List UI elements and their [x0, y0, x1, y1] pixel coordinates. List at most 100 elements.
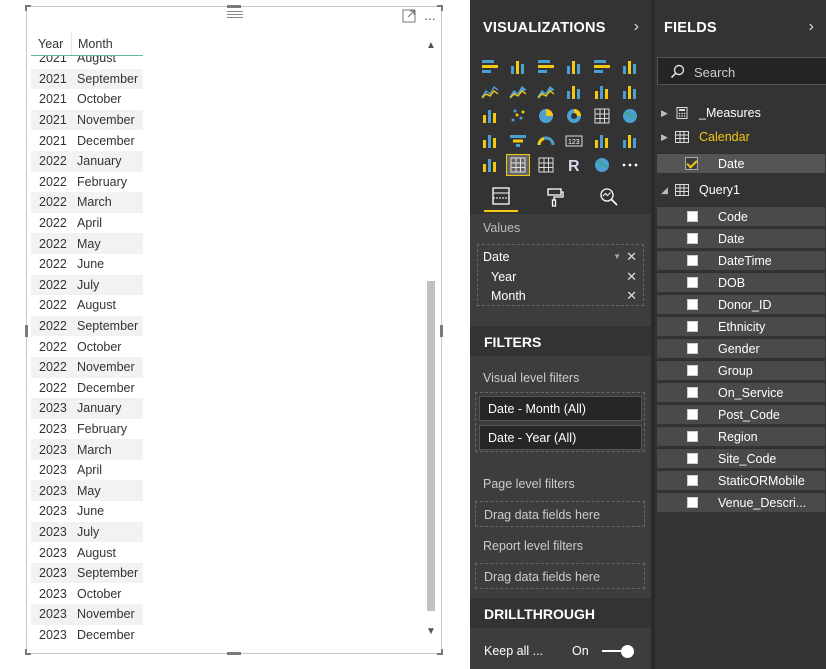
field-checkbox[interactable] [687, 211, 698, 222]
field-checkbox[interactable] [687, 497, 698, 508]
donut-icon[interactable] [563, 106, 585, 126]
100-stacked-bar-icon[interactable] [591, 57, 613, 77]
field-checkbox[interactable] [687, 299, 698, 310]
table-row[interactable]: 2023 September [31, 562, 143, 584]
field-checkbox[interactable] [687, 233, 698, 244]
stacked-area-icon[interactable] [535, 82, 557, 102]
table-visual[interactable]: ··· Year Month 2021 August 2021 September 20… [25, 5, 443, 655]
scroll-up-icon[interactable]: ▲ [426, 41, 436, 51]
table-node-calendar[interactable]: ▶ Calendar [661, 130, 750, 144]
table-row[interactable]: 2022 April [31, 213, 143, 234]
table-node-measures[interactable]: ▶ _Measures [661, 106, 761, 120]
field-query1-item[interactable]: DOB [657, 272, 825, 292]
table-row[interactable]: 2022 March [31, 192, 143, 213]
resize-handle-top-left[interactable] [25, 5, 31, 11]
scrollbar-thumb[interactable] [427, 281, 435, 611]
visual-level-filters-box[interactable]: Date - Month (All) Date - Year (All) [475, 392, 645, 452]
table-row[interactable]: 2021 September [31, 68, 143, 90]
keep-all-toggle[interactable] [602, 645, 634, 658]
field-query1-item[interactable]: On_Service [657, 382, 825, 402]
field-query1-item[interactable]: Group [657, 360, 825, 380]
more-icon[interactable] [619, 155, 641, 175]
field-query1-item[interactable]: StaticORMobile [657, 470, 825, 490]
table-row[interactable]: 2022 June [31, 254, 143, 275]
matrix-icon[interactable] [535, 155, 557, 175]
field-query1-item[interactable]: Gender [657, 338, 825, 358]
table-row[interactable]: 2022 January [31, 150, 143, 172]
line-clustered-column-icon[interactable] [591, 82, 613, 102]
table-row[interactable]: 2021 October [31, 89, 143, 110]
kpi-icon[interactable] [619, 131, 641, 151]
table-node-query1[interactable]: ◢ Query1 [661, 183, 740, 197]
filter-chip-month[interactable]: Date - Month (All) [479, 396, 642, 421]
field-query1-item[interactable]: Ethnicity [657, 316, 825, 336]
table-row[interactable]: 2023 July [31, 521, 143, 543]
column-header-year[interactable]: Year [31, 37, 71, 51]
waterfall-icon[interactable] [479, 106, 501, 126]
clustered-column-icon[interactable] [563, 57, 585, 77]
collapse-visualizations-icon[interactable]: › [634, 18, 639, 36]
dropdown-icon[interactable]: ▼ [613, 252, 621, 261]
field-checkbox[interactable] [687, 453, 698, 464]
filter-chip-year[interactable]: Date - Year (All) [479, 425, 642, 450]
100-stacked-column-icon[interactable] [619, 57, 641, 77]
filled-map-icon[interactable] [479, 131, 501, 151]
table-row[interactable]: 2022 October [31, 336, 143, 357]
field-calendar-date[interactable]: Date [657, 153, 825, 173]
table-row[interactable]: 2023 May [31, 480, 143, 502]
value-item-date[interactable]: Date [483, 250, 509, 264]
remove-date-icon[interactable]: ✕ [626, 249, 637, 265]
treemap-icon[interactable] [591, 106, 613, 126]
field-query1-item[interactable]: Post_Code [657, 404, 825, 424]
focus-mode-icon[interactable] [402, 9, 416, 26]
field-checkbox[interactable] [687, 321, 698, 332]
area-chart-icon[interactable] [507, 82, 529, 102]
resize-handle-right[interactable] [440, 325, 443, 337]
stacked-column-icon[interactable] [507, 57, 529, 77]
table-row[interactable]: 2022 July [31, 274, 143, 296]
resize-handle-bottom-right[interactable] [437, 649, 443, 655]
funnel-icon[interactable] [507, 131, 529, 151]
field-query1-item[interactable]: Donor_ID [657, 294, 825, 314]
table-row[interactable]: 2022 December [31, 378, 143, 399]
slicer-icon[interactable] [479, 155, 501, 175]
report-canvas[interactable]: ··· Year Month 2021 August 2021 September 20… [0, 0, 470, 669]
table-row[interactable]: 2023 June [31, 501, 143, 522]
collapse-fields-icon[interactable]: › [809, 18, 814, 36]
value-item-year[interactable]: Year [491, 270, 516, 284]
stacked-bar-icon[interactable] [479, 57, 501, 77]
map-icon[interactable] [619, 106, 641, 126]
field-checkbox[interactable] [687, 343, 698, 354]
table-row[interactable]: 2021 November [31, 109, 143, 131]
field-checkbox[interactable] [687, 277, 698, 288]
fields-tab[interactable] [484, 182, 518, 212]
resize-handle-bottom[interactable] [227, 652, 241, 655]
report-filters-dropzone[interactable]: Drag data fields here [475, 563, 645, 589]
format-tab[interactable] [538, 182, 572, 212]
remove-month-icon[interactable]: ✕ [626, 288, 637, 304]
analytics-tab[interactable] [592, 182, 626, 212]
resize-handle-left[interactable] [25, 325, 28, 337]
multirow-card-icon[interactable] [591, 131, 613, 151]
resize-handle-top-right[interactable] [437, 5, 443, 11]
ribbon-chart-icon[interactable] [619, 82, 641, 102]
page-filters-dropzone[interactable]: Drag data fields here [475, 501, 645, 527]
table-icon[interactable] [506, 154, 530, 176]
line-column-icon[interactable] [563, 82, 585, 102]
field-checkbox-checked[interactable] [685, 157, 698, 170]
expand-arrow-icon[interactable]: ▶ [661, 108, 675, 119]
line-chart-icon[interactable] [479, 82, 501, 102]
table-row[interactable]: 2023 December [31, 625, 143, 646]
more-options-icon[interactable]: ··· [424, 10, 436, 26]
clustered-bar-icon[interactable] [535, 57, 557, 77]
field-query1-item[interactable]: Venue_Descri... [657, 492, 825, 512]
drag-grip-icon[interactable] [227, 11, 243, 20]
field-query1-item[interactable]: Site_Code [657, 448, 825, 468]
table-row[interactable]: 2023 April [31, 460, 143, 481]
field-checkbox[interactable] [687, 365, 698, 376]
scroll-down-icon[interactable]: ▼ [426, 627, 436, 637]
table-row[interactable]: 2023 August [31, 542, 143, 563]
field-query1-item[interactable]: DateTime [657, 250, 825, 270]
gauge-icon[interactable] [535, 131, 557, 151]
table-row[interactable]: 2022 May [31, 233, 143, 254]
